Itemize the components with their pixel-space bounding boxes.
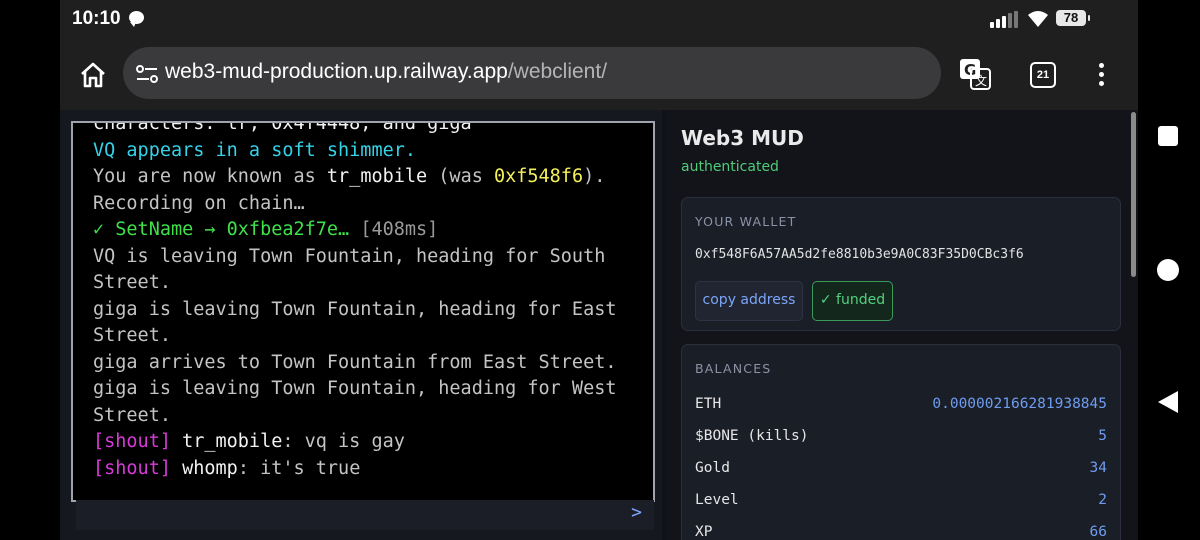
terminal-line: ✓ SetName → 0xfbea2f7e… [408ms] bbox=[93, 217, 643, 244]
url-host: web3-mud-production.up.railway.app bbox=[165, 60, 508, 83]
terminal-text: tr_mobile bbox=[326, 166, 428, 187]
sidebar: Web3 MUD authenticated YOUR WALLET 0xf54… bbox=[666, 110, 1138, 540]
system-nav-bar bbox=[1138, 0, 1200, 540]
battery-icon: 78 bbox=[1056, 10, 1090, 26]
terminal-lines: characters: tr, 0x4f4448, and giga VQ app… bbox=[93, 121, 643, 483]
terminal-line: giga is leaving Town Fountain, heading f… bbox=[93, 376, 643, 403]
balance-row-level: Level 2 bbox=[695, 492, 1107, 516]
more-menu-icon[interactable] bbox=[1098, 61, 1106, 89]
copy-address-button[interactable]: copy address bbox=[695, 281, 803, 321]
terminal-line: VQ appears in a soft shimmer. bbox=[93, 138, 643, 165]
terminal-text: : it's true bbox=[237, 457, 361, 479]
terminal-line: Street. bbox=[93, 270, 643, 297]
balance-name: Gold bbox=[695, 460, 730, 476]
home-nav-button[interactable] bbox=[1157, 259, 1179, 281]
balance-row-bone: $BONE (kills) 5 bbox=[695, 428, 1107, 452]
wallet-label: YOUR WALLET bbox=[695, 214, 797, 229]
command-input[interactable]: > bbox=[76, 500, 654, 530]
terminal-text: tr_mobile bbox=[182, 431, 283, 452]
terminal-text: whomp bbox=[182, 457, 238, 479]
site-settings-icon[interactable] bbox=[135, 64, 159, 84]
balance-name: XP bbox=[695, 524, 713, 540]
balance-name: Level bbox=[695, 492, 739, 508]
terminal-line: Street. bbox=[93, 323, 643, 350]
terminal-text: ). bbox=[583, 166, 606, 187]
terminal-output[interactable]: characters: tr, 0x4f4448, and giga VQ app… bbox=[71, 121, 655, 502]
status-bar: 10:10 78 bbox=[60, 0, 1138, 40]
terminal-text: [shout] bbox=[93, 431, 171, 452]
clock: 10:10 bbox=[72, 8, 121, 29]
terminal-text: VQ appears in a soft shimmer. bbox=[93, 139, 417, 161]
terminal-text: VQ is leaving Town Fountain, heading for… bbox=[93, 245, 606, 267]
balance-value: 2 bbox=[1098, 492, 1107, 508]
terminal-line: [shout] whomp: it's true bbox=[93, 456, 643, 483]
balance-value: 0.000002166281938845 bbox=[932, 396, 1107, 412]
terminal-text: Street. bbox=[93, 404, 171, 426]
wallet-address: 0xf548F6A57AA5d2fe8810b3e9A0C83F35D0CBc3… bbox=[695, 247, 1024, 262]
browser-toolbar: web3-mud-production.up.railway.app/webcl… bbox=[60, 40, 1138, 110]
web-content: characters: tr, 0x4f4448, and giga VQ app… bbox=[60, 110, 1138, 540]
svg-text:文: 文 bbox=[975, 73, 987, 88]
terminal-text: giga is leaving Town Fountain, heading f… bbox=[93, 298, 617, 320]
balance-row-gold: Gold 34 bbox=[695, 460, 1107, 484]
address-bar[interactable]: web3-mud-production.up.railway.app/webcl… bbox=[123, 47, 941, 99]
terminal-text: giga is leaving Town Fountain, heading f… bbox=[93, 378, 617, 399]
chat-notification-icon bbox=[129, 11, 144, 27]
terminal-text: [shout] bbox=[93, 457, 171, 479]
send-icon[interactable]: > bbox=[631, 502, 642, 523]
terminal-line: characters: tr, 0x4f4448, and giga bbox=[93, 121, 643, 138]
terminal-text: You are now known as bbox=[93, 166, 327, 187]
sidebar-scrollbar[interactable] bbox=[1131, 112, 1136, 277]
auth-status: authenticated bbox=[681, 159, 779, 175]
terminal-text: Recording on chain… bbox=[93, 192, 305, 214]
terminal-text: Street. bbox=[93, 325, 171, 346]
balance-name: $BONE (kills) bbox=[695, 428, 809, 444]
balance-row-eth: ETH 0.000002166281938845 bbox=[695, 396, 1107, 420]
terminal-text: : vq is gay bbox=[282, 431, 405, 452]
wifi-icon bbox=[1028, 11, 1048, 27]
terminal-line: giga is leaving Town Fountain, heading f… bbox=[93, 297, 643, 324]
terminal-line: [shout] tr_mobile: vq is gay bbox=[93, 429, 643, 456]
back-button[interactable] bbox=[1158, 391, 1178, 413]
wallet-card: YOUR WALLET 0xf548F6A57AA5d2fe8810b3e9A0… bbox=[681, 197, 1121, 331]
terminal-text: [408ms] bbox=[349, 219, 439, 240]
app-title: Web3 MUD bbox=[681, 126, 804, 150]
terminal-text: (was bbox=[427, 166, 494, 187]
terminal-panel: characters: tr, 0x4f4448, and giga VQ app… bbox=[60, 110, 662, 540]
terminal-text: ✓ SetName → 0xfbea2f7e… bbox=[93, 219, 350, 240]
translate-icon[interactable]: G 文 bbox=[958, 57, 992, 91]
terminal-line: You are now known as tr_mobile (was 0xf5… bbox=[93, 164, 643, 191]
home-icon[interactable] bbox=[76, 58, 110, 92]
terminal-line: Recording on chain… bbox=[93, 191, 643, 218]
recents-button[interactable] bbox=[1158, 126, 1178, 146]
signal-icon bbox=[990, 11, 1020, 28]
terminal-text: characters: tr, 0x4f4448, and giga bbox=[93, 121, 472, 134]
terminal-line: Street. bbox=[93, 403, 643, 430]
url-text: web3-mud-production.up.railway.app/webcl… bbox=[165, 60, 607, 84]
url-path: /webclient/ bbox=[507, 60, 608, 83]
tab-switcher-button[interactable]: 21 bbox=[1030, 62, 1056, 88]
terminal-text: 0xf548f6 bbox=[493, 166, 584, 187]
balance-row-xp: XP 66 bbox=[695, 524, 1107, 540]
balance-value: 5 bbox=[1098, 428, 1107, 444]
terminal-line: giga arrives to Town Fountain from East … bbox=[93, 350, 643, 377]
balance-name: ETH bbox=[695, 396, 722, 412]
balance-value: 66 bbox=[1089, 524, 1107, 540]
terminal-text: Street. bbox=[93, 272, 171, 293]
terminal-text: giga arrives to Town Fountain from East … bbox=[93, 351, 617, 373]
funded-badge: ✓ funded bbox=[812, 281, 893, 321]
balances-label: BALANCES bbox=[695, 361, 772, 376]
balance-value: 34 bbox=[1089, 460, 1107, 476]
balances-card: BALANCES ETH 0.000002166281938845 $BONE … bbox=[681, 344, 1121, 540]
terminal-line: VQ is leaving Town Fountain, heading for… bbox=[93, 244, 643, 271]
